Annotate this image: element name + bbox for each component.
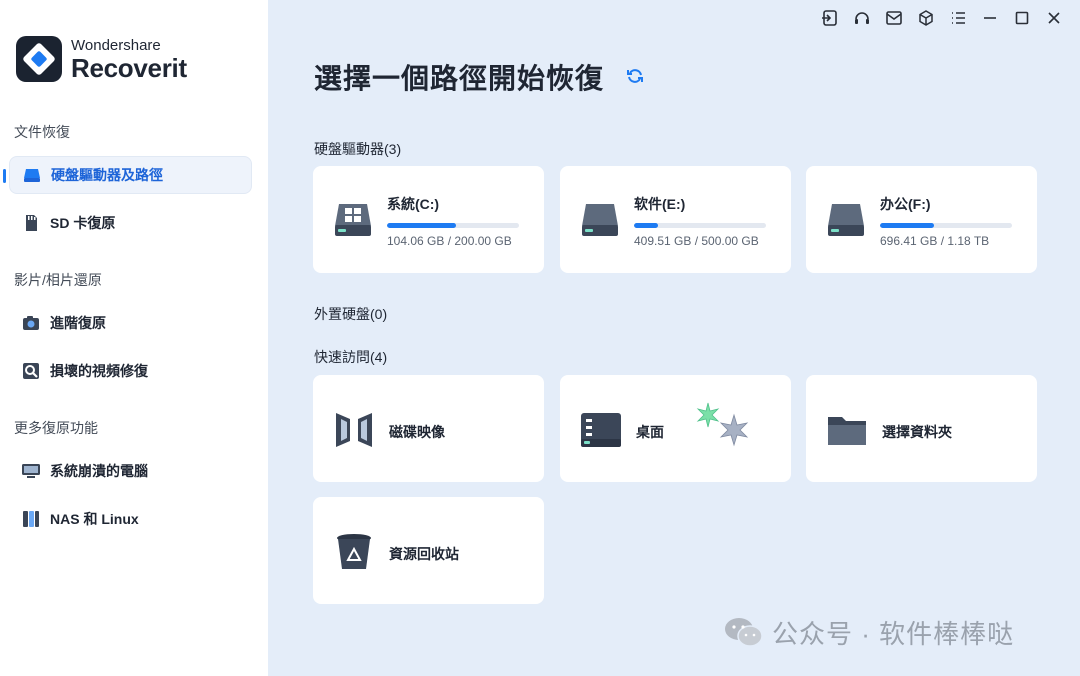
- external-drives-label: 外置硬盤(0): [314, 306, 388, 322]
- sidebar-item-hard-drive[interactable]: 硬盤驅動器及路徑: [9, 156, 252, 194]
- sidebar-item-video-repair[interactable]: 損壞的視頻修復: [9, 352, 252, 390]
- drive-card-c[interactable]: 系統(C:) 104.06 GB / 200.00 GB: [313, 166, 544, 273]
- sidebar-item-label: 損壞的視頻修復: [50, 363, 148, 379]
- drive-size: 409.51 GB / 500.00 GB: [634, 234, 759, 248]
- recoverit-logo-icon: [16, 36, 62, 82]
- quick-access-label: 快速訪問(4): [314, 349, 388, 365]
- sd-card-icon: [21, 213, 41, 233]
- quick-access-desktop[interactable]: 桌面: [560, 375, 791, 482]
- recycle-bin-icon: [333, 531, 375, 573]
- sidebar-item-crashed-computer[interactable]: 系統崩潰的電腦: [9, 452, 252, 490]
- watermark-text: 公众号 · 软件棒棒哒: [772, 619, 1015, 649]
- app-logo: Wondershare Recoverit: [16, 36, 187, 82]
- drive-size: 696.41 GB / 1.18 TB: [880, 234, 990, 248]
- quick-access-name: 選擇資料夾: [882, 424, 952, 440]
- quick-access-name: 桌面: [636, 424, 664, 440]
- drive-usage-fill: [387, 223, 456, 228]
- quick-access-name: 磁碟映像: [389, 424, 445, 440]
- hard-drive-icon: [22, 165, 42, 185]
- quick-access-choose-folder[interactable]: 選擇資料夾: [806, 375, 1037, 482]
- drive-icon: [826, 201, 866, 239]
- camera-icon: [21, 313, 41, 333]
- folder-icon: [826, 409, 868, 451]
- computer-icon: [21, 461, 41, 481]
- quick-access-recycle-bin[interactable]: 資源回收站: [313, 497, 544, 604]
- drive-usage-bar: [387, 223, 519, 228]
- minimize-icon[interactable]: [974, 7, 1006, 29]
- disk-image-icon: [333, 409, 375, 451]
- mail-icon[interactable]: [878, 7, 910, 29]
- sidebar-item-sd-card[interactable]: SD 卡復原: [9, 204, 252, 242]
- section-title-more-recovery: 更多復原功能: [14, 420, 98, 436]
- page-title: 選擇一個路徑開始恢復: [314, 63, 605, 94]
- sidebar-item-advanced-recovery[interactable]: 進階復原: [9, 304, 252, 342]
- cube-icon[interactable]: [910, 7, 942, 29]
- drive-usage-bar: [880, 223, 1012, 228]
- drive-name: 系統(C:): [387, 196, 440, 212]
- quick-access-name: 資源回收站: [389, 546, 459, 562]
- drive-usage-fill: [880, 223, 935, 228]
- drive-name: 办公(F:): [880, 196, 931, 212]
- sidebar-item-label: 系統崩潰的電腦: [50, 463, 148, 479]
- drive-name: 软件(E:): [634, 196, 686, 212]
- refresh-icon[interactable]: [626, 67, 644, 85]
- quick-access-disk-image[interactable]: 磁碟映像: [313, 375, 544, 482]
- brand-name: Wondershare: [71, 36, 161, 54]
- product-name: Recoverit: [71, 52, 187, 83]
- sidebar-item-label: 進階復原: [50, 315, 106, 331]
- section-title-file-recovery: 文件恢復: [14, 124, 70, 140]
- sidebar: Wondershare Recoverit 文件恢復 硬盤驅動器及路徑 SD 卡…: [0, 0, 268, 676]
- windows-drive-icon: [333, 201, 373, 239]
- watermark: 公众号 · 软件棒棒哒: [724, 614, 1014, 651]
- video-repair-icon: [21, 361, 41, 381]
- drive-usage-bar: [634, 223, 766, 228]
- sparkle-decoration: [696, 402, 749, 447]
- sidebar-item-label: 硬盤驅動器及路徑: [51, 167, 163, 183]
- hard-drives-label: 硬盤驅動器(3): [314, 141, 402, 157]
- section-title-media-recovery: 影片/相片還原: [14, 272, 102, 288]
- drive-card-e[interactable]: 软件(E:) 409.51 GB / 500.00 GB: [560, 166, 791, 273]
- drive-card-f[interactable]: 办公(F:) 696.41 GB / 1.18 TB: [806, 166, 1037, 273]
- window-titlebar: [814, 7, 1070, 29]
- close-icon[interactable]: [1038, 7, 1070, 29]
- active-indicator: [3, 169, 6, 183]
- desktop-icon: [580, 409, 622, 451]
- drive-icon: [580, 201, 620, 239]
- headset-icon[interactable]: [846, 7, 878, 29]
- drive-size: 104.06 GB / 200.00 GB: [387, 234, 512, 248]
- drive-usage-fill: [634, 223, 658, 228]
- login-icon[interactable]: [814, 7, 846, 29]
- maximize-icon[interactable]: [1006, 7, 1038, 29]
- menu-icon[interactable]: [942, 7, 974, 29]
- main-panel: 選擇一個路徑開始恢復 硬盤驅動器(3) 系統(C:) 104.06 GB / 2…: [268, 0, 1080, 676]
- sidebar-item-label: SD 卡復原: [50, 215, 116, 231]
- sidebar-item-label: NAS 和 Linux: [50, 511, 139, 527]
- sidebar-item-nas-linux[interactable]: NAS 和 Linux: [9, 500, 252, 538]
- wechat-icon: [724, 616, 764, 650]
- nas-icon: [21, 509, 41, 529]
